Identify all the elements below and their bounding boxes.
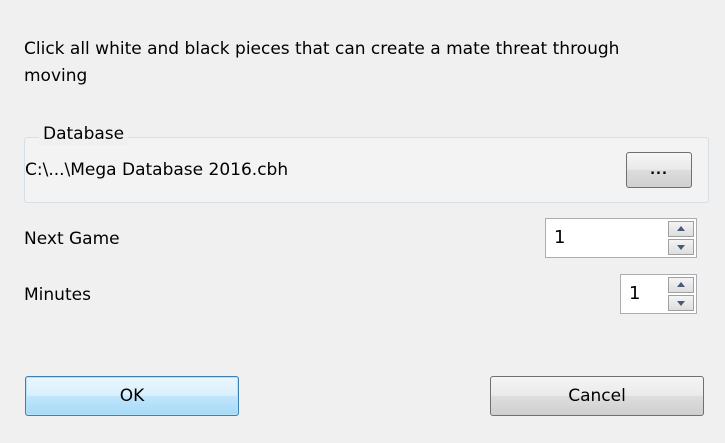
database-group-title: Database: [39, 123, 129, 145]
ok-button[interactable]: OK: [25, 376, 239, 416]
cancel-button[interactable]: Cancel: [490, 376, 704, 416]
minutes-value[interactable]: 1: [629, 283, 640, 305]
database-path: C:\...\Mega Database 2016.cbh: [25, 160, 289, 180]
spin-up-arrow-icon: [677, 282, 685, 287]
next-game-increment-button[interactable]: [668, 221, 694, 237]
next-game-value[interactable]: 1: [554, 227, 565, 249]
browse-database-button[interactable]: ...: [626, 152, 692, 188]
dialog: Click all white and black pieces that ca…: [0, 0, 725, 443]
minutes-increment-button[interactable]: [668, 277, 694, 293]
database-group: Database C:\...\Mega Database 2016.cbh .…: [24, 123, 709, 203]
spin-up-arrow-icon: [677, 226, 685, 231]
instruction-text: Click all white and black pieces that ca…: [24, 39, 620, 86]
next-game-label: Next Game: [24, 229, 120, 249]
minutes-spinbox[interactable]: 1: [620, 274, 697, 314]
next-game-spinbox[interactable]: 1: [545, 218, 697, 258]
minutes-label: Minutes: [24, 285, 91, 305]
spin-down-arrow-icon: [677, 245, 685, 250]
minutes-decrement-button[interactable]: [668, 295, 694, 311]
spin-down-arrow-icon: [677, 301, 685, 306]
next-game-decrement-button[interactable]: [668, 239, 694, 255]
